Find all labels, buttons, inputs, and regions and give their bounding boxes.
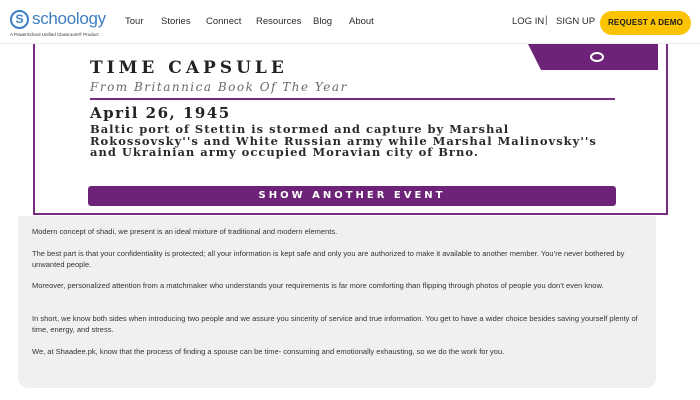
- logo-mark-icon: S: [10, 10, 29, 29]
- time-capsule-widget: TIME CAPSULE From Britannica Book Of The…: [33, 44, 668, 215]
- schoology-logo[interactable]: S schoology A PowerSchool Unified Classr…: [10, 9, 106, 39]
- login-link[interactable]: LOG IN: [512, 16, 544, 27]
- nav-link-stories[interactable]: Stories: [161, 16, 191, 27]
- nav-link-resources[interactable]: Resources: [256, 16, 301, 27]
- signup-link[interactable]: SIGN UP: [556, 16, 595, 27]
- nav-link-blog[interactable]: Blog: [313, 16, 332, 27]
- article-paragraph: In short, we know both sides when introd…: [32, 314, 638, 334]
- capsule-icon: [590, 52, 604, 62]
- request-demo-button[interactable]: REQUEST A DEMO: [600, 11, 691, 35]
- capsule-source: From Britannica Book Of The Year: [90, 80, 348, 94]
- article-paragraph: We, at Shaadee.pk, know that the process…: [32, 347, 505, 356]
- capsule-event-text: Baltic port of Stettin is stormed and ca…: [90, 122, 597, 159]
- capsule-divider: [90, 98, 615, 100]
- article-paragraph: Moreover, personalized attention from a …: [32, 281, 604, 290]
- top-navbar: S schoology A PowerSchool Unified Classr…: [0, 0, 700, 44]
- nav-link-connect[interactable]: Connect: [206, 16, 241, 27]
- capsule-date: April 26, 1945: [90, 104, 231, 122]
- capsule-title: TIME CAPSULE: [90, 58, 288, 78]
- show-another-event-button[interactable]: SHOW ANOTHER EVENT: [88, 186, 616, 206]
- article-paragraph: Modern concept of shadi, we present is a…: [32, 227, 338, 236]
- nav-link-about[interactable]: About: [349, 16, 374, 27]
- nav-separator: |: [545, 15, 548, 26]
- article-card: Modern concept of shadi, we present is a…: [18, 216, 656, 388]
- logo-wordmark: schoology: [32, 9, 106, 28]
- article-paragraph: The best part is that your confidentiali…: [32, 249, 625, 269]
- nav-link-tour[interactable]: Tour: [125, 16, 143, 27]
- logo-tagline: A PowerSchool Unified Classroom® Product: [10, 32, 99, 37]
